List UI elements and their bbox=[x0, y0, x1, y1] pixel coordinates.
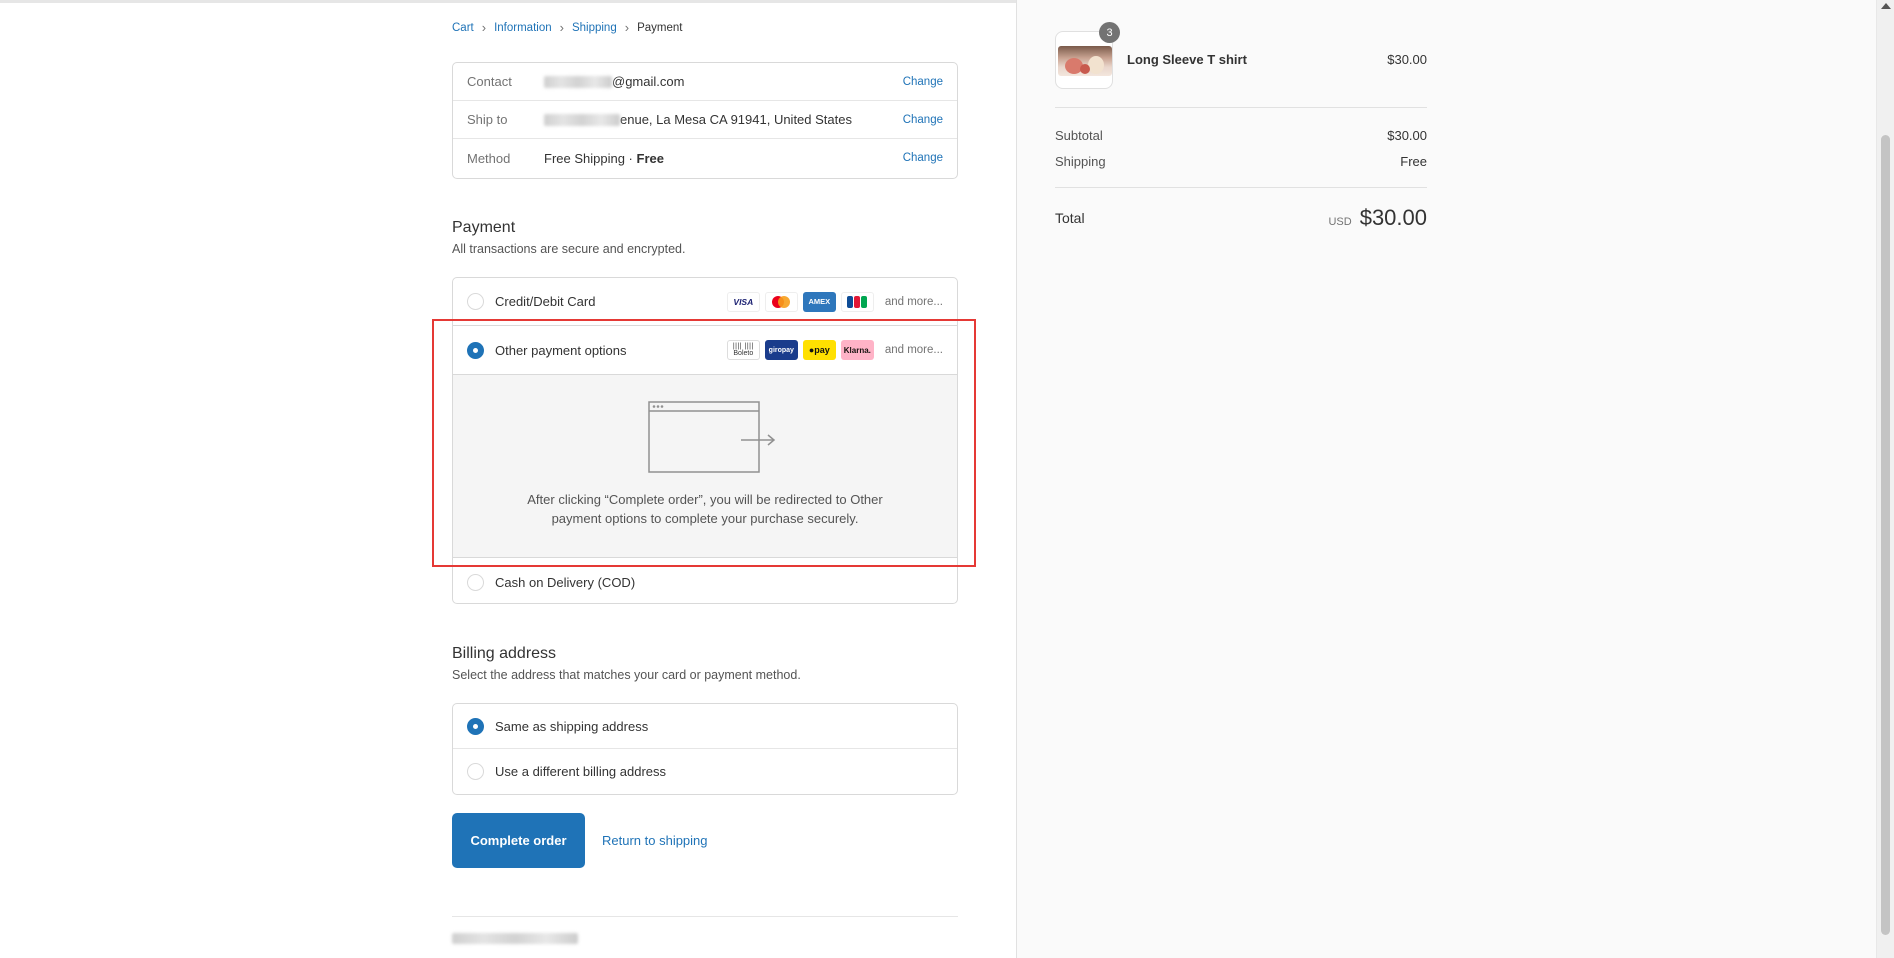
amex-icon: AMEX bbox=[802, 291, 836, 312]
browser-redirect-icon bbox=[648, 401, 776, 473]
breadcrumb-shipping[interactable]: Shipping bbox=[572, 22, 617, 34]
credit-card-label: Credit/Debit Card bbox=[495, 294, 596, 309]
currency-code: USD bbox=[1328, 216, 1352, 228]
review-method-row: Method Free Shipping · Free Change bbox=[453, 139, 957, 177]
billing-different-option[interactable]: Use a different billing address bbox=[453, 749, 957, 794]
payment-option-other[interactable]: Other payment options |||| |||| Boleto g… bbox=[453, 326, 957, 374]
billing-same-option[interactable]: Same as shipping address bbox=[453, 704, 957, 749]
payment-title: Payment bbox=[452, 219, 516, 236]
subtotal-value: $30.00 bbox=[1387, 128, 1427, 143]
billing-subtitle: Select the address that matches your car… bbox=[452, 668, 801, 682]
cod-label: Cash on Delivery (COD) bbox=[495, 574, 636, 590]
scroll-up-arrow-icon[interactable] bbox=[1881, 3, 1891, 9]
summary-divider bbox=[1055, 187, 1427, 188]
billing-title: Billing address bbox=[452, 645, 557, 662]
method-name: Free Shipping · bbox=[544, 150, 637, 166]
shipping-row: Shipping Free bbox=[1055, 154, 1427, 169]
jcb-icon bbox=[840, 291, 874, 312]
complete-order-button[interactable]: Complete order bbox=[452, 813, 585, 868]
order-summary: 3 Long Sleeve T shirt $30.00 Subtotal $3… bbox=[1016, 0, 1876, 958]
and-more-text: and more... bbox=[884, 344, 943, 356]
giropay-icon: giropay bbox=[764, 340, 798, 360]
same-address-label: Same as shipping address bbox=[495, 718, 649, 734]
redirect-message: After clicking “Complete order”, you wil… bbox=[527, 492, 883, 526]
breadcrumb-information[interactable]: Information bbox=[494, 22, 552, 34]
radio-cod[interactable] bbox=[467, 573, 484, 591]
quantity-badge: 3 bbox=[1099, 22, 1120, 43]
product-image bbox=[1058, 46, 1112, 76]
radio-same-address[interactable] bbox=[467, 717, 484, 735]
radio-credit-card[interactable] bbox=[467, 293, 484, 310]
different-address-label: Use a different billing address bbox=[495, 764, 667, 779]
footer-divider bbox=[452, 916, 958, 917]
review-ship-to-row: Ship to enue, La Mesa CA 91941, United S… bbox=[453, 101, 957, 139]
total-amount: $30.00 bbox=[1359, 205, 1427, 230]
contact-email-suffix: @gmail.com bbox=[612, 74, 685, 89]
review-contact-row: Contact @gmail.com Change bbox=[453, 63, 957, 101]
payment-option-cod[interactable]: Cash on Delivery (COD) bbox=[453, 558, 957, 603]
total-value-group: USD $30.00 bbox=[1328, 205, 1427, 231]
return-to-shipping-link[interactable]: Return to shipping bbox=[602, 833, 708, 848]
vertical-scrollbar[interactable] bbox=[1876, 0, 1894, 958]
klarna-icon: Klarna. bbox=[840, 340, 874, 360]
ship-to-label: Ship to bbox=[467, 112, 508, 127]
summary-divider bbox=[1055, 107, 1427, 108]
payment-option-card[interactable]: Credit/Debit Card VISA AMEX and more... bbox=[453, 278, 957, 326]
checkout-main: Cart › Information › Shipping › Payment … bbox=[452, 0, 958, 958]
pay-icon: ● pay bbox=[802, 340, 836, 360]
method-label: Method bbox=[467, 150, 511, 166]
mastercard-icon bbox=[764, 291, 798, 312]
method-value: Free Shipping · Free bbox=[544, 151, 903, 166]
and-more-text: and more... bbox=[884, 295, 943, 308]
shipping-label: Shipping bbox=[1055, 154, 1106, 169]
product-thumbnail: 3 bbox=[1055, 22, 1120, 89]
other-brand-icons: |||| |||| Boleto giropay ● pay Klarna. an… bbox=[726, 340, 943, 360]
review-block: Contact @gmail.com Change Ship to enue, … bbox=[452, 62, 958, 179]
shipping-value: Free bbox=[1400, 154, 1427, 169]
contact-label: Contact bbox=[467, 74, 512, 89]
boleto-icon: |||| |||| Boleto bbox=[726, 340, 760, 360]
redacted-text bbox=[544, 113, 620, 126]
billing-options: Same as shipping address Use a different… bbox=[452, 703, 958, 795]
breadcrumb-payment: Payment bbox=[637, 22, 683, 34]
visa-icon: VISA bbox=[726, 291, 760, 312]
payment-methods: Credit/Debit Card VISA AMEX and more... … bbox=[452, 277, 958, 604]
breadcrumb-cart[interactable]: Cart bbox=[452, 22, 474, 34]
change-method-link[interactable]: Change bbox=[903, 152, 943, 164]
ship-to-value: enue, La Mesa CA 91941, United States bbox=[544, 112, 903, 127]
redirect-panel: After clicking “Complete order”, you wil… bbox=[453, 374, 957, 558]
radio-different-address[interactable] bbox=[467, 763, 484, 780]
breadcrumb: Cart › Information › Shipping › Payment bbox=[452, 20, 683, 35]
payment-subtitle: All transactions are secure and encrypte… bbox=[452, 242, 686, 256]
chevron-right-icon: › bbox=[481, 20, 487, 35]
other-payment-label: Other payment options bbox=[495, 342, 627, 358]
contact-value: @gmail.com bbox=[544, 74, 903, 89]
subtotal-label: Subtotal bbox=[1055, 128, 1103, 143]
radio-other-payment[interactable] bbox=[467, 341, 484, 359]
chevron-right-icon: › bbox=[624, 20, 630, 35]
total-row: Total USD $30.00 bbox=[1055, 205, 1427, 231]
method-price: Free bbox=[636, 150, 664, 166]
redacted-text bbox=[544, 75, 612, 88]
product-name: Long Sleeve T shirt bbox=[1127, 52, 1247, 67]
product-price: $30.00 bbox=[1387, 52, 1427, 67]
subtotal-row: Subtotal $30.00 bbox=[1055, 128, 1427, 143]
total-label: Total bbox=[1055, 210, 1085, 226]
chevron-right-icon: › bbox=[559, 20, 564, 35]
change-contact-link[interactable]: Change bbox=[903, 76, 943, 88]
scrollbar-thumb[interactable] bbox=[1881, 135, 1890, 935]
change-ship-to-link[interactable]: Change bbox=[903, 114, 943, 126]
ship-to-address: enue, La Mesa CA 91941, United States bbox=[620, 112, 852, 127]
card-brand-icons: VISA AMEX and more... bbox=[726, 291, 943, 312]
redacted-footer-text bbox=[452, 933, 578, 944]
